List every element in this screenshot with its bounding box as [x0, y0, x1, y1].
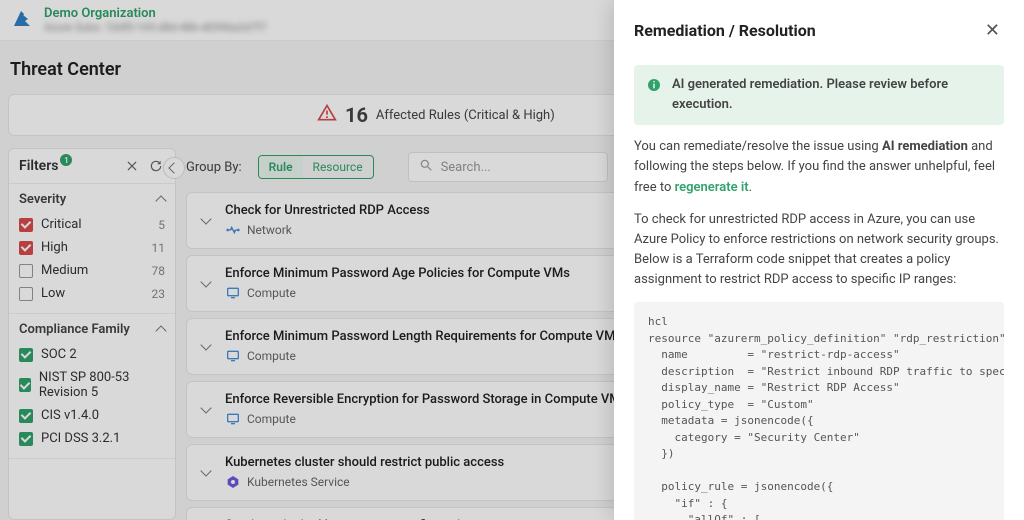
group-by-label: Group By:: [186, 160, 242, 175]
service-icon: [225, 411, 241, 427]
checkbox-icon[interactable]: [19, 218, 33, 232]
checkbox-icon[interactable]: [19, 378, 31, 392]
explain-paragraph: To check for unrestricted RDP access in …: [634, 210, 1004, 291]
rule-service: Kubernetes Service: [225, 474, 504, 490]
rule-service: Compute: [225, 285, 570, 301]
rule-title: Enforce Minimum Password Age Policies fo…: [225, 266, 570, 281]
rule-title: Enforce Minimum Password Length Requirem…: [225, 329, 622, 344]
filters-panel: Filters 1 Severity Critical 5: [8, 148, 176, 520]
severity-section: Severity Critical 5 High 11 Medium 78 Lo…: [9, 184, 175, 314]
ai-banner: AI generated remediation. Please review …: [634, 65, 1004, 125]
org-name[interactable]: Demo Organization: [44, 6, 267, 21]
seg-resource[interactable]: Resource: [303, 156, 373, 178]
checkbox-icon[interactable]: [19, 287, 33, 301]
checkbox-icon[interactable]: [19, 264, 33, 278]
rule-service: Compute: [225, 348, 622, 364]
severity-low[interactable]: Low 23: [19, 282, 165, 305]
severity-high[interactable]: High 11: [19, 236, 165, 259]
warning-icon: [317, 103, 337, 127]
rule-title: Enforce Reversible Encryption for Passwo…: [225, 392, 627, 407]
chevron-down-icon[interactable]: [199, 281, 213, 286]
chevron-down-icon[interactable]: [199, 470, 213, 475]
chevron-down-icon[interactable]: [199, 344, 213, 349]
search-input[interactable]: Search...: [408, 152, 608, 182]
service-icon: [225, 348, 241, 364]
compliance-soc2[interactable]: SOC 2: [19, 343, 165, 366]
affected-label: Affected Rules (Critical & High): [376, 108, 555, 123]
rule-service: Compute: [225, 411, 627, 427]
filters-badge: 1: [60, 154, 72, 166]
affected-count: 16: [345, 103, 368, 127]
service-icon: [225, 285, 241, 301]
compliance-section: Compliance Family SOC 2 NIST SP 800-53 R…: [9, 314, 175, 459]
compliance-cis[interactable]: CIS v1.4.0: [19, 404, 165, 427]
code-block[interactable]: hcl resource "azurerm_policy_definition"…: [634, 302, 1004, 520]
ai-banner-text: AI generated remediation. Please review …: [672, 75, 992, 115]
search-icon: [419, 158, 433, 176]
regenerate-link[interactable]: regenerate it: [675, 180, 749, 195]
azure-logo-icon: [10, 8, 34, 32]
checkbox-icon[interactable]: [19, 241, 33, 255]
org-subtitle: Azure Subs: 10df0-165-d8d-48b-d0596a2d7f…: [44, 21, 267, 34]
severity-critical[interactable]: Critical 5: [19, 213, 165, 236]
checkbox-icon[interactable]: [19, 348, 33, 362]
remediation-drawer: Remediation / Resolution ✕ AI generated …: [614, 0, 1024, 520]
rule-title: Kubernetes cluster should restrict publi…: [225, 455, 504, 470]
rule-title: Check for Unrestricted RDP Access: [225, 203, 430, 218]
compliance-pci[interactable]: PCI DSS 3.2.1: [19, 427, 165, 450]
search-placeholder: Search...: [441, 160, 491, 175]
checkbox-icon[interactable]: [19, 409, 33, 423]
collapse-filters-button[interactable]: [163, 157, 185, 179]
compliance-nist[interactable]: NIST SP 800-53 Revision 5: [19, 366, 165, 404]
drawer-title: Remediation / Resolution: [634, 21, 816, 40]
chevron-up-icon: [155, 195, 166, 206]
severity-medium[interactable]: Medium 78: [19, 259, 165, 282]
severity-toggle[interactable]: Severity: [19, 192, 165, 207]
compliance-toggle[interactable]: Compliance Family: [19, 322, 165, 337]
group-by-segment: Rule Resource: [258, 155, 374, 179]
service-icon: [225, 222, 241, 238]
chevron-up-icon: [155, 325, 166, 336]
rule-service: Network: [225, 222, 430, 238]
chevron-down-icon[interactable]: [199, 218, 213, 223]
intro-paragraph: You can remediate/resolve the issue usin…: [634, 137, 1004, 197]
clear-filters-icon[interactable]: [123, 157, 141, 175]
chevron-down-icon[interactable]: [199, 407, 213, 412]
service-icon: [225, 474, 241, 490]
seg-rule[interactable]: Rule: [259, 156, 303, 178]
checkbox-icon[interactable]: [19, 432, 33, 446]
filters-title: Filters 1: [19, 158, 117, 174]
info-icon: [646, 77, 662, 93]
close-icon[interactable]: ✕: [981, 16, 1004, 45]
